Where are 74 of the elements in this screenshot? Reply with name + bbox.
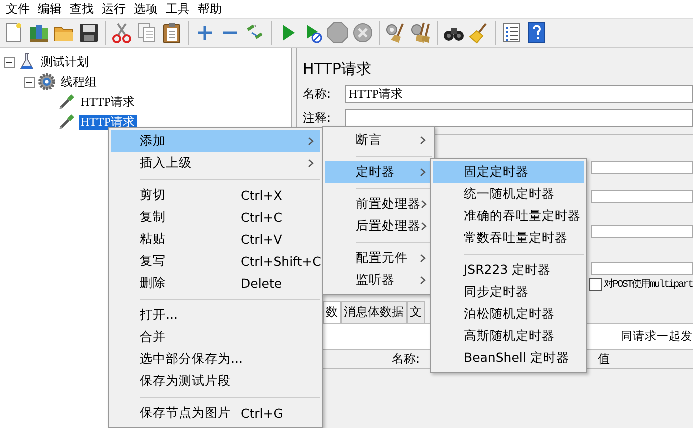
menu-item[interactable]: 同步定时器 [433, 281, 584, 303]
section-label: 同请求一起发 [621, 329, 693, 344]
tab[interactable]: 数 [323, 301, 341, 323]
menu-item[interactable]: BeanShell 定时器 [433, 347, 584, 369]
menu-item[interactable]: 选中部分保存为... [111, 348, 320, 370]
tab[interactable]: 文 [407, 301, 425, 323]
menu-item[interactable]: 断言 [325, 129, 432, 151]
pipette-icon [58, 93, 76, 111]
menu-bar-item[interactable]: 工具 [162, 0, 194, 18]
menu-item[interactable]: 剪切 Ctrl+X [111, 184, 320, 206]
input-field[interactable] [591, 262, 693, 275]
menu-item[interactable]: 配置元件 [325, 247, 432, 269]
brooms-icon[interactable] [410, 22, 432, 44]
checkbox-label: 对POST使用multipart [604, 278, 693, 291]
input-field[interactable] [591, 161, 693, 174]
gear-broom-icon[interactable] [385, 22, 407, 44]
menu-item[interactable]: 复写 Ctrl+Shift+C [111, 250, 320, 272]
menu-item[interactable]: 粘贴 Ctrl+V [111, 228, 320, 250]
tree-item[interactable]: HTTP请求 [79, 94, 137, 110]
menu-item[interactable]: 准确的吞吐量定时器 [433, 205, 584, 227]
input-field[interactable] [591, 225, 693, 238]
menu-item[interactable]: 保存为测试片段 [111, 370, 320, 392]
books-icon[interactable] [28, 22, 50, 44]
menu-item[interactable]: 定时器 [325, 161, 432, 183]
menu-bar-item[interactable]: 选项 [130, 0, 162, 18]
menu-item[interactable]: JSR223 定时器 [433, 259, 584, 281]
menu-item[interactable]: 复制 Ctrl+C [111, 206, 320, 228]
tree-item[interactable]: HTTP请求 [79, 114, 137, 130]
field-label: 注释: [303, 110, 332, 126]
menu-bar-item[interactable]: 查找 [66, 0, 98, 18]
shortcut-label: Ctrl+V [241, 232, 284, 246]
list-icon[interactable] [501, 22, 523, 44]
clipboard-icon[interactable] [161, 22, 183, 44]
menu-item[interactable]: 统一随机定时器 [433, 183, 584, 205]
gear-icon [38, 73, 56, 91]
menu-item[interactable]: 前置处理器 [325, 193, 432, 215]
column-header: 值 [598, 351, 610, 368]
menu-item[interactable]: 高斯随机定时器 [433, 325, 584, 347]
menu-item[interactable]: 常数吞吐量定时器 [433, 227, 584, 249]
help-icon[interactable] [526, 22, 548, 44]
field-label: 名称: [303, 86, 332, 102]
scissors-icon[interactable] [111, 22, 133, 44]
tree-item[interactable]: 测试计划 [39, 54, 91, 70]
menu-item[interactable]: 添加 [111, 130, 320, 152]
menu-bar-item[interactable]: 编辑 [34, 0, 66, 18]
menu-item[interactable]: 插入上级 [111, 152, 320, 174]
menu-bar-item[interactable]: 运行 [98, 0, 130, 18]
menu-item[interactable]: 监听器 [325, 269, 432, 291]
menu-item[interactable]: 合并 [111, 326, 320, 348]
input-field[interactable]: HTTP请求 [345, 85, 693, 103]
menu-item[interactable]: 保存节点为图片 Ctrl+G [111, 402, 320, 424]
flask-icon [18, 53, 36, 71]
collapse-icon[interactable] [4, 56, 15, 68]
menu-item[interactable]: 固定定时器 [433, 161, 584, 183]
shortcut-label: Delete [241, 276, 284, 290]
menu-item[interactable]: 泊松随机定时器 [433, 303, 584, 325]
menu-bar-item[interactable]: 帮助 [194, 0, 226, 18]
panel-title: HTTP请求 [302, 59, 372, 80]
shortcut-label: Ctrl+X [241, 188, 284, 202]
shortcut-label: Ctrl+C [241, 210, 284, 224]
input-field[interactable] [591, 190, 693, 203]
shortcut-label: Ctrl+Shift+C [241, 254, 322, 268]
menu-bar-item[interactable]: 文件 [2, 0, 34, 18]
pipette-icon [58, 113, 76, 131]
menu-item[interactable]: 后置处理器 [325, 215, 432, 237]
tree-item[interactable]: 线程组 [59, 74, 99, 90]
checkbox[interactable] [589, 278, 602, 290]
tab[interactable]: 消息体数据 [341, 301, 407, 323]
menu-item[interactable]: 打开... [111, 304, 320, 326]
collapse-icon[interactable] [24, 76, 35, 88]
shortcut-label: Ctrl+G [241, 406, 284, 420]
input-field[interactable] [345, 109, 693, 127]
menu-item[interactable]: 删除 Delete [111, 272, 320, 294]
column-header: 名称: [392, 351, 420, 368]
